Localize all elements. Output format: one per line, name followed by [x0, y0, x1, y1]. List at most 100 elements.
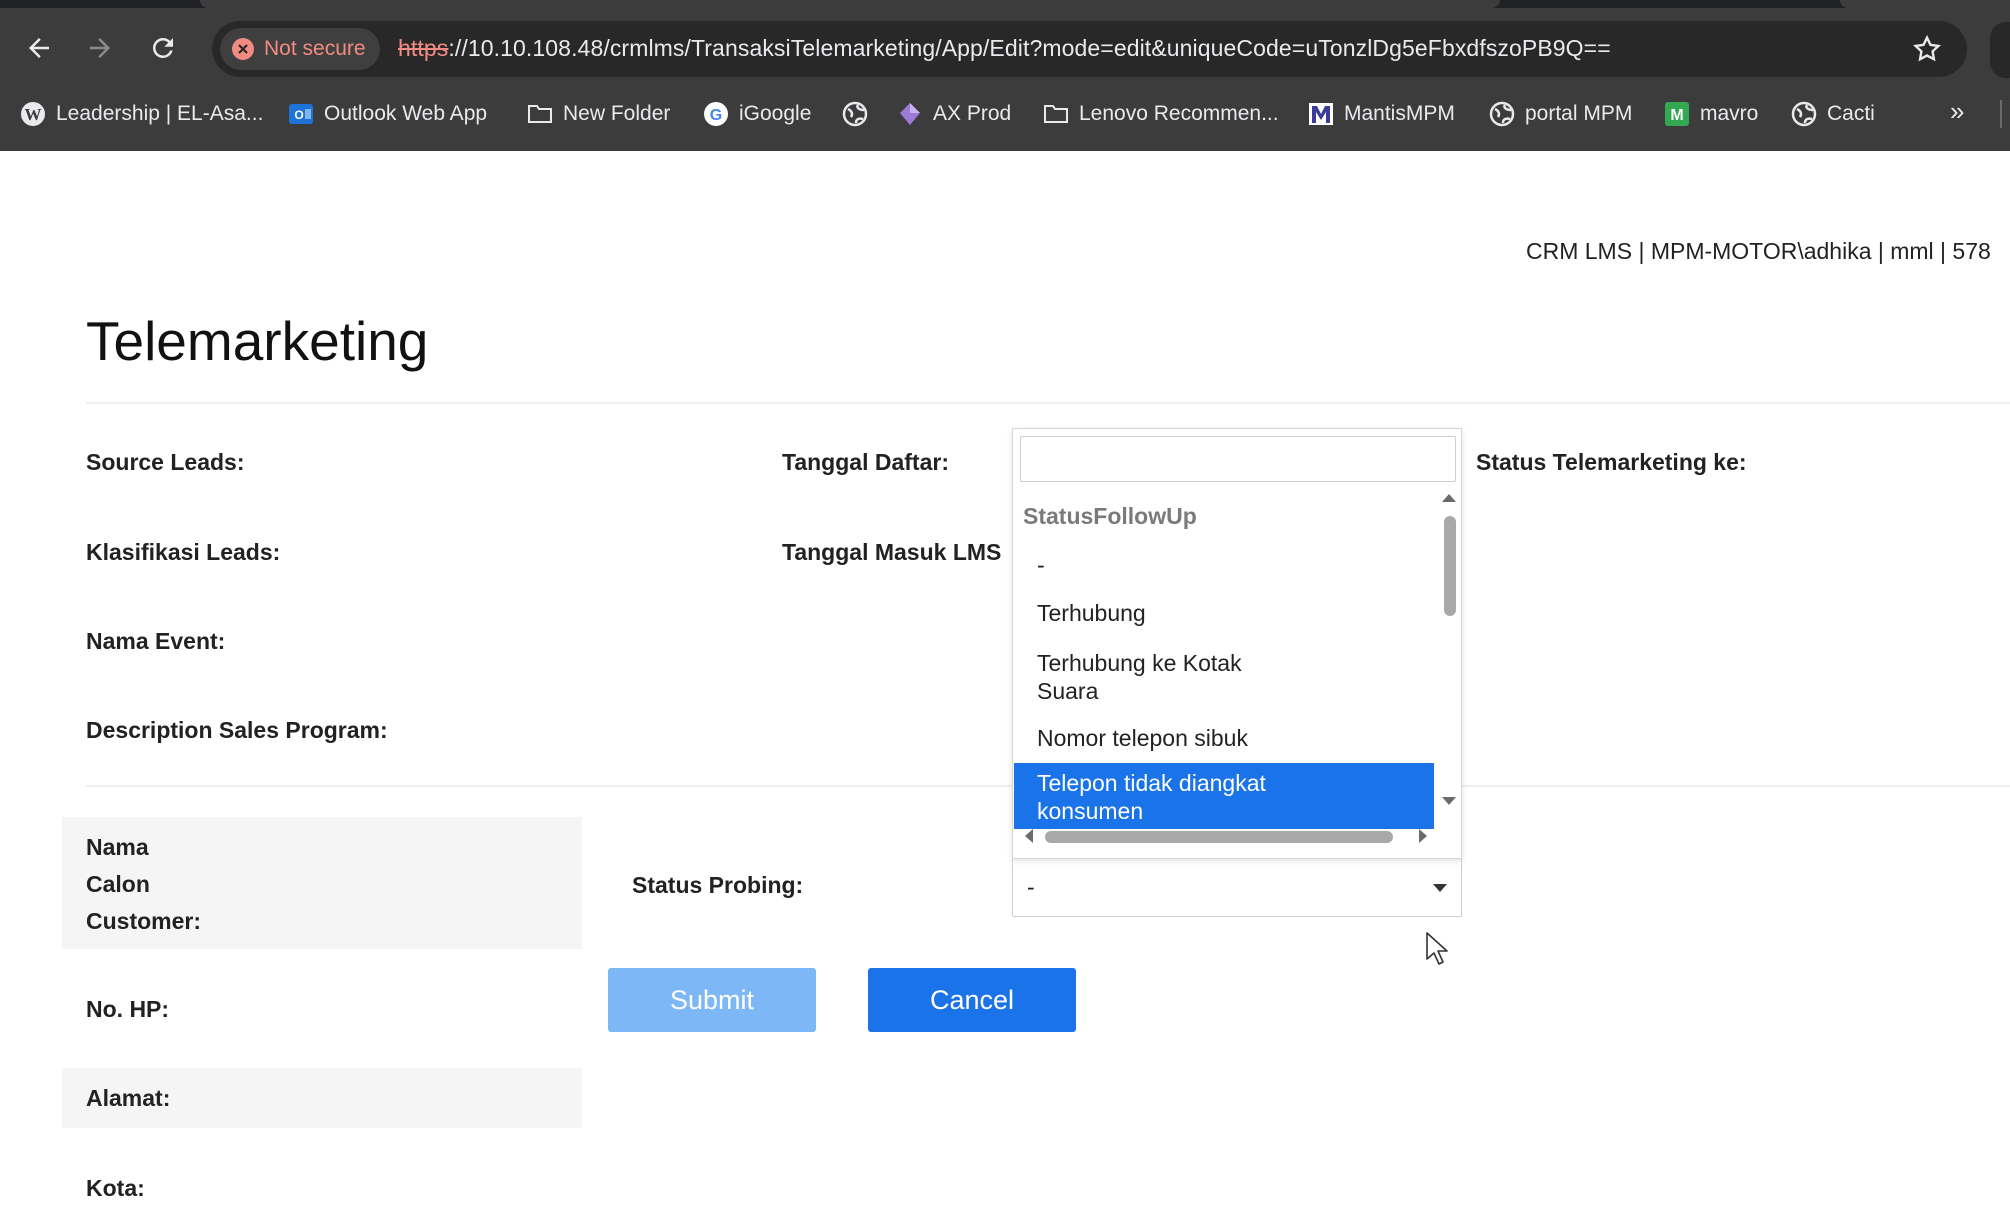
bookmark-label: portal MPM	[1525, 102, 1633, 125]
tab-strip	[0, 0, 2010, 8]
dropdown-search-input[interactable]	[1020, 436, 1456, 482]
vertical-scroll-thumb[interactable]	[1444, 516, 1456, 616]
globe-icon	[1791, 101, 1817, 127]
svg-text:G: G	[710, 107, 722, 124]
folder-icon	[1043, 101, 1069, 127]
bookmark-label: New Folder	[563, 102, 671, 125]
option-text-continued: Suara	[1037, 678, 1099, 704]
outlook-icon: O	[288, 101, 314, 127]
bookmarks-divider	[2000, 100, 2002, 128]
bookmark-label: Lenovo Recommen...	[1079, 102, 1279, 125]
forward-button[interactable]	[80, 28, 120, 68]
klasifikasi-leads-label: Klasifikasi Leads:	[86, 539, 281, 565]
status-probing-label: Status Probing:	[632, 872, 804, 898]
bookmark-item[interactable]: MantisMPM	[1308, 92, 1455, 136]
option-text: -	[1037, 552, 1045, 578]
bookmark-item[interactable]: portal MPM	[1489, 92, 1632, 136]
arrow-left-icon	[29, 38, 49, 58]
bookmark-item[interactable]: M mavro	[1664, 92, 1758, 136]
globe-icon	[842, 101, 868, 127]
dropdown-option[interactable]: Terhubung ke Kotak Suara	[1014, 638, 1434, 714]
horizontal-scrollbar[interactable]	[1019, 825, 1439, 847]
nama-label-line2: Calon	[86, 871, 150, 897]
scroll-right-icon[interactable]	[1419, 829, 1427, 843]
profile-button-edge[interactable]	[1990, 22, 2010, 78]
description-sales-program-label: Description Sales Program:	[86, 717, 388, 743]
bookmark-label: MantisMPM	[1344, 102, 1455, 125]
bookmark-star-icon[interactable]	[1911, 33, 1943, 65]
bookmark-item[interactable]	[842, 92, 868, 136]
reload-icon	[152, 37, 173, 58]
mantis-icon	[1308, 101, 1334, 127]
active-tab-edge[interactable]	[200, 0, 1500, 8]
arrow-right-icon	[90, 38, 110, 58]
globe-icon	[1489, 101, 1515, 127]
bookmark-item[interactable]: New Folder	[527, 92, 670, 136]
status-dropdown-panel: StatusFollowUp - Terhubung Terhubung ke …	[1012, 428, 1462, 859]
reload-button[interactable]	[143, 28, 183, 68]
bookmark-item[interactable]: Lenovo Recommen...	[1043, 92, 1279, 136]
status-telemarketing-label: Status Telemarketing ke:	[1476, 449, 1747, 475]
security-chip[interactable]: Not secure	[220, 28, 380, 70]
page-title: Telemarketing	[86, 310, 429, 372]
folder-icon	[527, 101, 553, 127]
dropdown-option-highlighted[interactable]: Telepon tidak diangkat konsumen	[1014, 763, 1434, 829]
horizontal-scroll-thumb[interactable]	[1045, 831, 1393, 843]
cancel-button[interactable]: Cancel	[868, 968, 1076, 1032]
not-secure-icon	[232, 38, 254, 60]
bookmark-item[interactable]: G iGoogle	[703, 92, 811, 136]
tab-edge[interactable]	[1840, 0, 2010, 8]
submit-button[interactable]: Submit	[608, 968, 816, 1032]
url-path: ://10.10.108.48/crmlms/TransaksiTelemark…	[448, 35, 1611, 61]
tanggal-daftar-label: Tanggal Daftar:	[782, 449, 949, 475]
scroll-left-icon[interactable]	[1025, 829, 1033, 843]
url-scheme: https	[398, 35, 449, 61]
nama-label-line1: Nama	[86, 834, 149, 860]
chevron-down-icon	[1433, 884, 1447, 892]
dropdown-option[interactable]: Nomor telepon sibuk	[1014, 714, 1434, 762]
dropdown-option[interactable]: -	[1014, 542, 1434, 588]
url-text[interactable]: https://10.10.108.48/crmlms/TransaksiTel…	[398, 35, 1611, 62]
dropdown-group-label: StatusFollowUp	[1023, 503, 1197, 529]
svg-text:O: O	[294, 108, 303, 122]
bookmark-item[interactable]: Cacti	[1791, 92, 1875, 136]
more-bookmarks-button[interactable]: »	[1950, 96, 1964, 127]
bookmark-item[interactable]: O Outlook Web App	[288, 92, 487, 136]
bookmark-label: Leadership | EL-Asa...	[56, 102, 264, 125]
back-button[interactable]	[19, 28, 59, 68]
scroll-up-icon[interactable]	[1442, 494, 1456, 502]
vertical-scrollbar[interactable]	[1439, 491, 1459, 811]
bookmarks-bar: W Leadership | EL-Asa... O Outlook Web A…	[0, 92, 2010, 136]
mouse-cursor-icon	[1426, 932, 1448, 965]
bookmark-item[interactable]: AX Prod	[897, 92, 1011, 136]
google-icon: G	[703, 101, 729, 127]
alamat-label: Alamat:	[86, 1085, 171, 1111]
status-probing-select[interactable]: -	[1012, 857, 1462, 917]
option-text: Terhubung ke Kotak	[1037, 650, 1242, 676]
option-text-continued: konsumen	[1037, 798, 1144, 824]
nama-label-line3: Customer:	[86, 908, 202, 934]
kota-label: Kota:	[86, 1175, 145, 1201]
bookmark-label: AX Prod	[933, 102, 1012, 125]
bookmark-label: Outlook Web App	[324, 102, 488, 125]
nama-event-label: Nama Event:	[86, 628, 226, 654]
scroll-down-icon[interactable]	[1442, 797, 1456, 805]
no-hp-label: No. HP:	[86, 996, 170, 1022]
status-probing-value: -	[1027, 874, 1035, 900]
bookmark-label: Cacti	[1827, 102, 1875, 125]
browser-chrome: Not secure https://10.10.108.48/crmlms/T…	[0, 0, 2010, 151]
tanggal-masuk-lms-label: Tanggal Masuk LMS	[782, 539, 1002, 565]
m-icon: M	[1664, 101, 1690, 127]
option-text: Nomor telepon sibuk	[1037, 725, 1248, 751]
page-content: CRM LMS | MPM-MOTOR\adhika | mml | 578 T…	[0, 151, 2010, 1224]
address-bar[interactable]: Not secure https://10.10.108.48/crmlms/T…	[212, 21, 1967, 77]
bookmark-item[interactable]: W Leadership | EL-Asa...	[20, 92, 263, 136]
svg-text:W: W	[25, 105, 42, 124]
option-text: Telepon tidak diangkat	[1037, 770, 1266, 796]
option-text: Terhubung	[1037, 600, 1146, 626]
dropdown-option[interactable]: Terhubung	[1014, 588, 1434, 638]
user-info-bar: CRM LMS | MPM-MOTOR\adhika | mml | 578	[1526, 238, 1991, 264]
bookmark-label: iGoogle	[739, 102, 812, 125]
ax-prod-icon	[897, 101, 923, 127]
source-leads-label: Source Leads:	[86, 449, 245, 475]
